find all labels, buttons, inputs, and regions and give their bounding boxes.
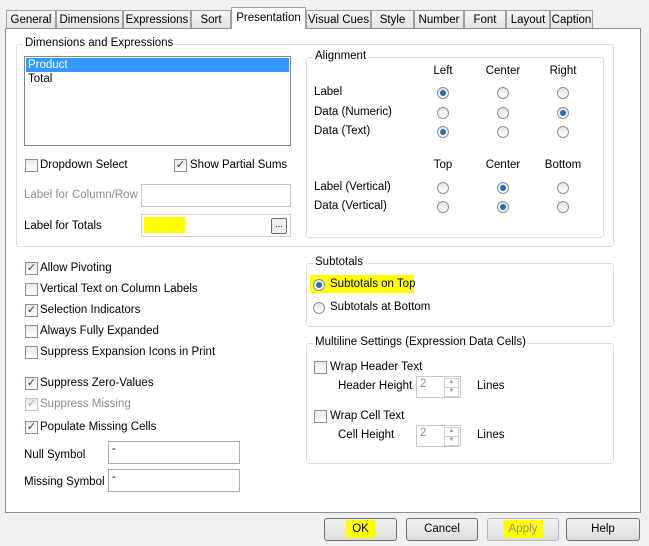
vertical-alignment-radio[interactable] [497, 201, 509, 213]
alignment-radio[interactable] [557, 126, 569, 138]
option-label: Suppress Expansion Icons in Print [40, 346, 216, 358]
show-partial-sums-checkbox[interactable]: ✓ [174, 159, 187, 172]
subtotals-at-bottom-radio[interactable] [313, 302, 325, 314]
null-symbol-label: Null Symbol [24, 449, 86, 461]
cancel-button[interactable]: Cancel [406, 518, 478, 541]
alignment-radio[interactable] [497, 106, 509, 119]
option-checkbox[interactable]: ✓ [25, 304, 38, 317]
wrap-cell-text-checkbox[interactable] [314, 410, 327, 423]
option-label: Allow Pivoting [40, 262, 112, 274]
vertical-alignment-row-label: Data (Vertical) [314, 200, 387, 212]
dropdown-select-label: Dropdown Select [40, 159, 128, 171]
ok-button[interactable]: OK [324, 518, 397, 541]
group-title: Dimensions and Expressions [23, 37, 176, 49]
spin-down-icon[interactable]: ▼ [444, 436, 459, 446]
vertical-alignment-radio[interactable] [437, 182, 449, 194]
apply-label: Apply [502, 520, 544, 538]
tab-number[interactable]: Number [414, 10, 464, 28]
wrap-header-text-label: Wrap Header Text [330, 361, 423, 373]
alignment-radio[interactable] [497, 87, 509, 99]
alignment-row-label: Data (Text) [314, 125, 371, 137]
cell-height-value: 2 [420, 427, 427, 439]
vertical-alignment-header: Center [485, 159, 521, 171]
option-label: Populate Missing Cells [40, 421, 157, 433]
cell-height-label: Cell Height [338, 429, 395, 441]
vertical-alignment-row-label: Label (Vertical) [314, 181, 391, 193]
alignment-row-label: Data (Numeric) [314, 105, 392, 118]
tab-dimensions[interactable]: Dimensions [56, 10, 123, 28]
null-symbol-input[interactable]: - [108, 441, 240, 464]
lines-label: Lines [477, 380, 505, 392]
lines-label: Lines [477, 429, 505, 441]
header-height-value: 2 [420, 378, 427, 390]
subtotals-on-top-radio[interactable] [313, 279, 325, 291]
tab-caption[interactable]: Caption [550, 10, 593, 28]
header-height-label: Header Height [338, 380, 413, 392]
vertical-alignment-header: Top [433, 159, 453, 171]
dropdown-select-checkbox[interactable] [25, 159, 38, 172]
vertical-alignment-radio[interactable] [557, 182, 569, 194]
tab-sort[interactable]: Sort [191, 10, 231, 28]
label-totals-value [144, 217, 185, 233]
tab-general[interactable]: General [6, 10, 56, 28]
alignment-radio[interactable] [437, 126, 449, 138]
tab-expressions[interactable]: Expressions [123, 10, 191, 28]
option-label: Suppress Zero-Values [40, 377, 154, 389]
label-totals-label: Label for Totals [24, 220, 102, 232]
list-item-total[interactable]: Total [26, 72, 289, 86]
alignment-radio[interactable] [557, 87, 569, 99]
option-checkbox[interactable] [25, 325, 38, 338]
subtotals-on-top-label: Subtotals on Top [330, 278, 416, 290]
ok-label: OK [346, 520, 375, 538]
alignment-row-label: Label [314, 86, 343, 98]
list-item-product[interactable]: Product [26, 58, 289, 72]
apply-button[interactable]: Apply [487, 518, 559, 541]
browse-button[interactable]: ... [271, 218, 287, 234]
alignment-radio[interactable] [557, 106, 569, 119]
alignment-radio[interactable] [437, 87, 449, 99]
label-column-row-label: Label for Column/Row [24, 189, 138, 201]
label-totals-input[interactable]: ... [141, 214, 291, 237]
alignment-radio[interactable] [437, 106, 449, 119]
option-label: Suppress Missing [40, 398, 131, 410]
help-button[interactable]: Help [566, 518, 640, 541]
option-checkbox[interactable] [25, 346, 38, 359]
group-title: Alignment [313, 50, 369, 62]
option-label: Selection Indicators [40, 304, 141, 316]
alignment-header: Center [485, 65, 521, 77]
missing-symbol-input[interactable]: - [108, 469, 240, 492]
missing-symbol-label: Missing Symbol [24, 476, 105, 488]
group-title: Subtotals [313, 256, 365, 268]
option-label: Vertical Text on Column Labels [40, 283, 198, 295]
label-column-row-input[interactable] [141, 184, 291, 207]
option-checkbox[interactable] [25, 283, 38, 296]
vertical-alignment-radio[interactable] [437, 201, 449, 213]
spin-down-icon[interactable]: ▼ [444, 387, 459, 397]
subtotals-group: Subtotals [306, 256, 614, 327]
group-title: Multiline Settings (Expression Data Cell… [313, 336, 528, 348]
show-partial-sums-label: Show Partial Sums [190, 159, 288, 171]
option-checkbox[interactable]: ✓ [25, 398, 38, 411]
option-checkbox[interactable]: ✓ [25, 377, 38, 390]
wrap-cell-text-label: Wrap Cell Text [330, 410, 405, 422]
dimensions-listbox[interactable]: Product Total [24, 56, 291, 146]
vertical-alignment-header: Bottom [544, 159, 582, 171]
option-checkbox[interactable]: ✓ [25, 262, 38, 275]
alignment-header: Left [433, 65, 453, 77]
wrap-header-text-checkbox[interactable] [314, 361, 327, 374]
alignment-radio[interactable] [497, 126, 509, 138]
vertical-alignment-radio[interactable] [557, 201, 569, 213]
tab-style[interactable]: Style [371, 10, 414, 28]
cell-height-spinner[interactable]: 2 ▲ ▼ [416, 425, 461, 447]
tab-layout[interactable]: Layout [506, 10, 550, 28]
header-height-spinner[interactable]: 2 ▲ ▼ [416, 376, 461, 398]
tab-presentation[interactable]: Presentation [231, 7, 306, 29]
option-checkbox[interactable]: ✓ [25, 421, 38, 434]
alignment-header: Right [549, 65, 577, 77]
tab-font[interactable]: Font [464, 10, 506, 28]
option-label: Always Fully Expanded [40, 325, 159, 337]
subtotals-at-bottom-label: Subtotals at Bottom [330, 301, 431, 313]
tab-visual-cues[interactable]: Visual Cues [306, 10, 371, 28]
vertical-alignment-radio[interactable] [497, 182, 509, 194]
